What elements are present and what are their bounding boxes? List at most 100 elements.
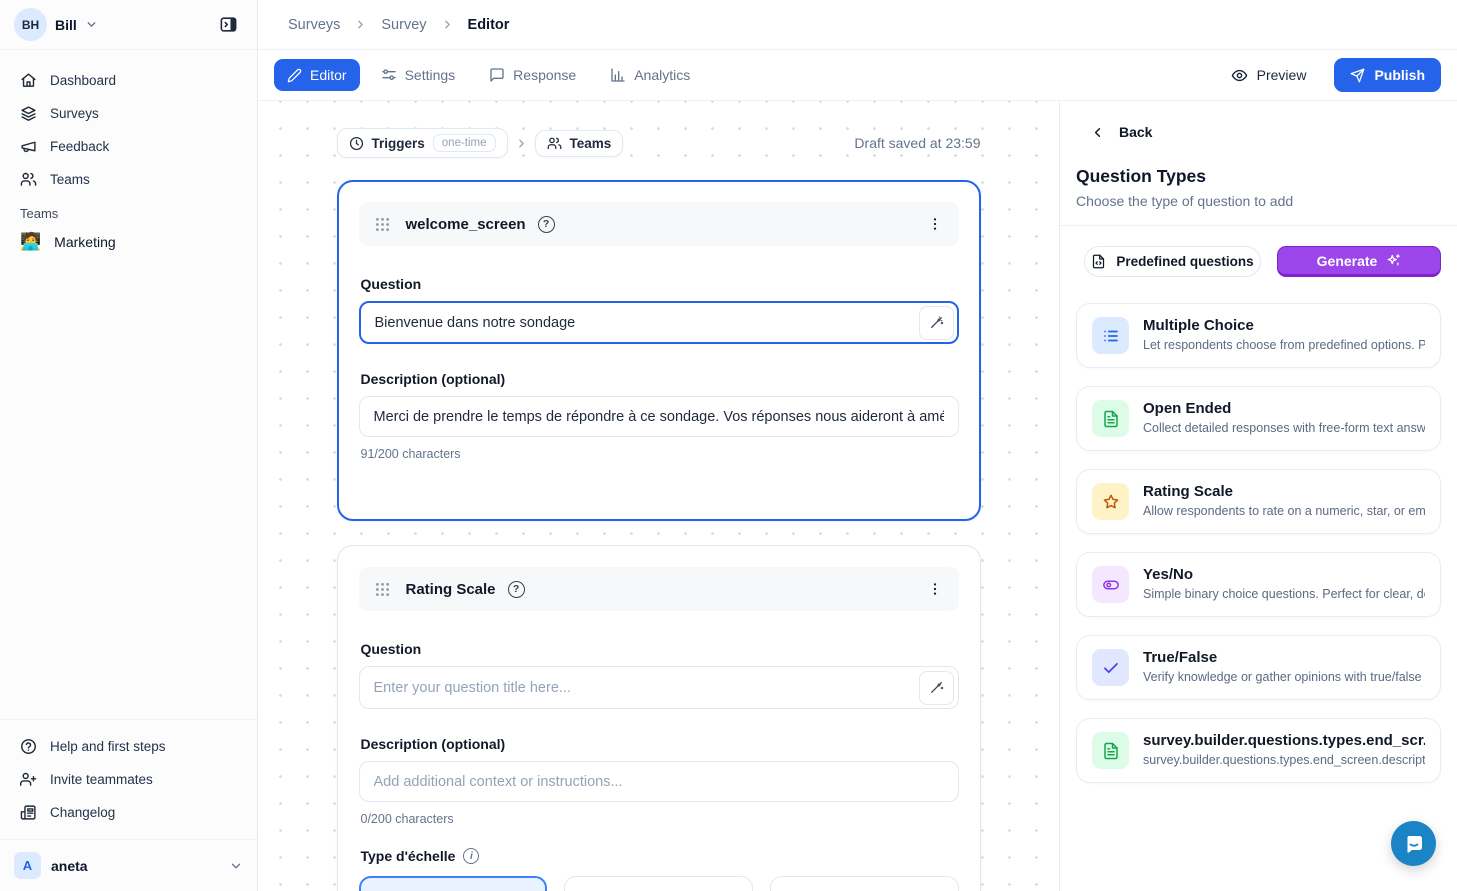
type-title: True/False <box>1143 649 1425 666</box>
predefined-questions-button[interactable]: Predefined questions <box>1084 246 1261 277</box>
panel-title: Question Types <box>1060 140 1457 187</box>
preview-button[interactable]: Preview <box>1219 59 1319 92</box>
magic-wand-button[interactable] <box>919 306 954 340</box>
help-icon[interactable] <box>508 581 525 598</box>
question-card-title: Rating Scale <box>406 581 496 598</box>
question-card-rating[interactable]: Rating Scale Question De <box>337 545 981 891</box>
type-card-open-ended[interactable]: Open Ended Collect detailed responses wi… <box>1076 386 1441 451</box>
type-description: Collect detailed responses with free-for… <box>1143 421 1425 435</box>
sidebar-item-teams[interactable]: Teams <box>10 163 247 196</box>
panel-collapse-icon <box>219 15 238 34</box>
type-card-multiple-choice[interactable]: Multiple Choice Let respondents choose f… <box>1076 303 1441 368</box>
type-title: Yes/No <box>1143 566 1425 583</box>
star-icon <box>1092 483 1129 520</box>
magic-wand-button[interactable] <box>919 671 954 705</box>
send-icon <box>1350 68 1365 83</box>
home-icon <box>20 72 37 89</box>
breadcrumb-survey[interactable]: Survey <box>381 17 426 33</box>
type-description: Simple binary choice questions. Perfect … <box>1143 587 1425 601</box>
back-button[interactable]: Back <box>1060 101 1457 140</box>
account-menu[interactable]: A aneta <box>0 839 257 891</box>
question-description-input[interactable] <box>359 761 959 802</box>
help-circle-icon <box>20 738 37 755</box>
survey-canvas: Triggers one-time Teams Draft saved at 2… <box>258 101 1059 891</box>
sidebar-item-label: Dashboard <box>50 73 116 88</box>
question-types-panel: Back Question Types Choose the type of q… <box>1059 101 1457 891</box>
type-card-true-false[interactable]: True/False Verify knowledge or gather op… <box>1076 635 1441 700</box>
sidebar-item-changelog[interactable]: Changelog <box>10 796 247 829</box>
workspace-name: Bill <box>55 17 77 33</box>
question-card-header: welcome_screen <box>359 202 959 246</box>
tab-analytics[interactable]: Analytics <box>597 59 703 91</box>
drag-handle-icon[interactable] <box>371 213 394 236</box>
check-icon <box>1092 649 1129 686</box>
breadcrumb-surveys[interactable]: Surveys <box>288 17 340 33</box>
editor-toolbar: Editor Settings Response Analytics Prev <box>258 50 1457 101</box>
tab-label: Settings <box>405 67 456 83</box>
tab-label: Analytics <box>634 67 690 83</box>
sidebar-item-invite[interactable]: Invite teammates <box>10 763 247 796</box>
question-title-input[interactable] <box>359 666 959 709</box>
kebab-menu-icon[interactable] <box>923 212 947 236</box>
account-avatar: A <box>14 852 41 879</box>
type-card-end-screen[interactable]: survey.builder.questions.types.end_scr..… <box>1076 718 1441 783</box>
breadcrumb: Surveys Survey Editor <box>258 0 1457 50</box>
bar-chart-icon <box>610 67 626 83</box>
question-card-header: Rating Scale <box>359 567 959 611</box>
sidebar-team-marketing[interactable]: 🧑‍💻 Marketing <box>0 225 257 258</box>
sidebar-item-dashboard[interactable]: Dashboard <box>10 64 247 97</box>
question-title-input[interactable] <box>359 301 959 344</box>
teams-chip[interactable]: Teams <box>535 130 624 157</box>
chevron-down-icon <box>85 18 98 31</box>
sidebar-collapse-button[interactable] <box>213 10 243 40</box>
drag-handle-icon[interactable] <box>371 578 394 601</box>
file-text-icon <box>1092 732 1129 769</box>
type-card-rating-scale[interactable]: Rating Scale Allow respondents to rate o… <box>1076 469 1441 534</box>
publish-button[interactable]: Publish <box>1334 58 1441 92</box>
char-count: 91/200 characters <box>361 447 957 461</box>
tab-settings[interactable]: Settings <box>368 59 469 91</box>
sidebar-nav: Dashboard Surveys Feedback Teams <box>0 50 257 196</box>
layers-icon <box>20 105 37 122</box>
clock-icon <box>349 136 364 151</box>
scale-option-stars[interactable]: ⭐ Stars <box>564 876 753 891</box>
sidebar-footer: Help and first steps Invite teammates Ch… <box>0 719 257 891</box>
type-title: Rating Scale <box>1143 483 1425 500</box>
question-description-input[interactable] <box>359 396 959 437</box>
chat-bubble-icon <box>489 67 505 83</box>
sidebar-item-label: Teams <box>50 172 90 187</box>
type-title: Open Ended <box>1143 400 1425 417</box>
tab-response[interactable]: Response <box>476 59 589 91</box>
team-label: Marketing <box>54 234 115 250</box>
chevron-right-icon <box>354 18 367 31</box>
sidebar-item-surveys[interactable]: Surveys <box>10 97 247 130</box>
help-icon[interactable] <box>538 216 555 233</box>
account-name: aneta <box>51 858 219 874</box>
generate-button[interactable]: Generate <box>1277 246 1441 277</box>
scale-option-numeric[interactable]: # Numeric <box>359 876 548 891</box>
team-emoji: 🧑‍💻 <box>20 233 41 250</box>
chevron-right-icon <box>441 18 454 31</box>
description-label: Description (optional) <box>361 371 957 387</box>
question-card-welcome[interactable]: welcome_screen Question <box>337 180 981 521</box>
chat-launcher-button[interactable] <box>1391 821 1436 866</box>
chat-smile-icon <box>1402 832 1426 856</box>
sidebar-item-help[interactable]: Help and first steps <box>10 730 247 763</box>
megaphone-icon <box>20 138 37 155</box>
triggers-chip[interactable]: Triggers one-time <box>337 128 508 158</box>
info-icon[interactable] <box>463 848 479 864</box>
user-plus-icon <box>20 771 37 788</box>
workspace-switcher[interactable]: BH Bill <box>0 0 257 50</box>
generate-label: Generate <box>1317 253 1378 269</box>
sidebar-item-label: Surveys <box>50 106 99 121</box>
sidebar-item-feedback[interactable]: Feedback <box>10 130 247 163</box>
type-description: survey.builder.questions.types.end_scree… <box>1143 753 1425 767</box>
users-icon <box>547 136 562 151</box>
kebab-menu-icon[interactable] <box>923 577 947 601</box>
question-type-list: Multiple Choice Let respondents choose f… <box>1060 283 1457 803</box>
tab-editor[interactable]: Editor <box>274 59 360 91</box>
scale-option-emoji[interactable]: 😃 Emoji <box>770 876 959 891</box>
type-card-yes-no[interactable]: Yes/No Simple binary choice questions. P… <box>1076 552 1441 617</box>
type-description: Allow respondents to rate on a numeric, … <box>1143 504 1425 518</box>
tab-label: Editor <box>310 67 347 83</box>
